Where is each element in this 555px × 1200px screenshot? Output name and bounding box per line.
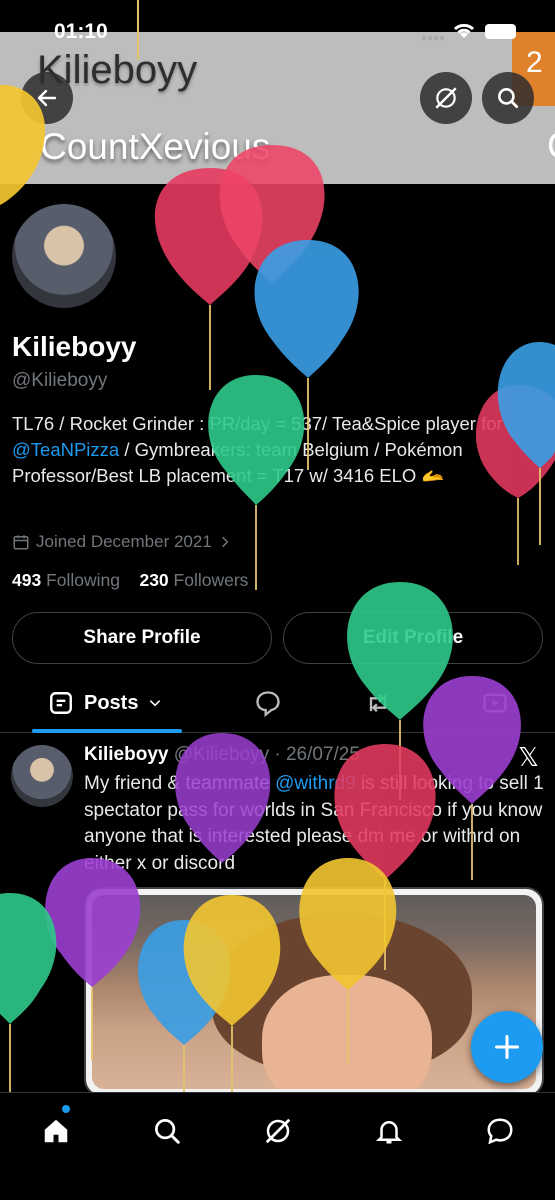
x-logo-icon: 𝕏 bbox=[518, 742, 539, 772]
bio-mention-link[interactable]: @TeaNPizza bbox=[12, 439, 119, 460]
grok-icon bbox=[265, 1118, 291, 1144]
back-arrow-icon bbox=[37, 89, 57, 107]
joined-date[interactable]: Joined December 2021 bbox=[12, 532, 232, 552]
reply-icon[interactable] bbox=[254, 689, 282, 717]
messages-icon bbox=[487, 1118, 513, 1145]
balloon-green-3 bbox=[0, 893, 57, 1092]
photo-face-shape bbox=[262, 975, 432, 1089]
post-header: Kilieboyy @Kilieboyy · 26/07/25 bbox=[84, 744, 360, 766]
banner-cut-text: C bbox=[547, 125, 555, 167]
nav-grok[interactable] bbox=[258, 1111, 298, 1151]
nav-home[interactable] bbox=[36, 1111, 76, 1151]
post-author[interactable]: Kilieboyy bbox=[84, 744, 168, 765]
home-icon bbox=[44, 1119, 68, 1143]
profile-tabs: Posts bbox=[0, 673, 555, 733]
tab-active-indicator bbox=[32, 729, 182, 733]
notifications-icon bbox=[375, 1121, 403, 1144]
posts-icon bbox=[50, 692, 72, 714]
profile-bio: TL76 / Rocket Grinder : PR/day = 537/ Te… bbox=[12, 411, 542, 489]
post-image[interactable] bbox=[84, 887, 544, 1097]
tab-posts-label: Posts bbox=[84, 691, 139, 714]
media-icon[interactable] bbox=[481, 689, 509, 717]
calendar-icon bbox=[13, 535, 29, 550]
status-time: 01:10 bbox=[54, 20, 108, 43]
post-mention-link[interactable]: @withrd9 bbox=[275, 773, 356, 794]
profile-handle: @Kilieboyy bbox=[12, 370, 108, 391]
post-avatar[interactable] bbox=[11, 745, 73, 807]
profile-name: Kilieboyy bbox=[12, 331, 137, 362]
followers-link[interactable]: 230 Followers bbox=[139, 570, 248, 590]
back-button[interactable] bbox=[21, 72, 73, 124]
post-photo bbox=[92, 895, 536, 1089]
following-count: 493 bbox=[12, 570, 42, 590]
search-icon bbox=[155, 1119, 180, 1144]
status-bar: 01:10 bbox=[0, 0, 555, 62]
following-label: Following bbox=[46, 570, 121, 590]
bio-emoji: 🫴 bbox=[421, 465, 445, 486]
balloon-red-1 bbox=[154, 168, 263, 390]
wifi-icon bbox=[453, 23, 475, 38]
chevron-down-icon bbox=[150, 700, 161, 707]
signal-dots-icon bbox=[421, 35, 445, 41]
following-link[interactable]: 493 Following bbox=[12, 570, 120, 590]
bio-text-1: TL76 / Rocket Grinder : PR/day = 537/ Te… bbox=[12, 413, 503, 434]
followers-label: Followers bbox=[173, 570, 249, 590]
post-handle-date: @Kilieboyy · 26/07/25 bbox=[173, 744, 360, 765]
nav-messages[interactable] bbox=[480, 1111, 520, 1151]
joined-text: Joined December 2021 bbox=[36, 532, 212, 551]
nav-search[interactable] bbox=[147, 1111, 187, 1151]
compose-post-button[interactable] bbox=[471, 1011, 543, 1083]
banner-text-bottom: CountXevious bbox=[40, 126, 271, 167]
edit-profile-button[interactable]: Edit Profile bbox=[283, 612, 543, 664]
chevron-right-icon bbox=[221, 536, 229, 548]
grok-icon bbox=[435, 87, 457, 109]
tab-posts[interactable]: Posts bbox=[32, 673, 182, 733]
follow-stats: 493 Following 230 Followers bbox=[12, 570, 248, 591]
profile-avatar[interactable] bbox=[8, 200, 120, 312]
nav-notifications[interactable] bbox=[369, 1111, 409, 1151]
grok-button[interactable] bbox=[420, 72, 472, 124]
followers-count: 230 bbox=[139, 570, 169, 590]
plus-icon bbox=[494, 1034, 520, 1060]
retweet-icon[interactable] bbox=[364, 689, 392, 717]
search-icon bbox=[498, 88, 519, 109]
share-profile-button[interactable]: Share Profile bbox=[12, 612, 272, 664]
post-body: My friend & teammate @withrd9 is still l… bbox=[84, 771, 544, 877]
home-unread-dot bbox=[62, 1105, 70, 1113]
battery-icon bbox=[485, 24, 516, 39]
bottom-navigation bbox=[0, 1092, 555, 1200]
search-button[interactable] bbox=[482, 72, 534, 124]
post-text-1: My friend & teammate bbox=[84, 773, 276, 794]
